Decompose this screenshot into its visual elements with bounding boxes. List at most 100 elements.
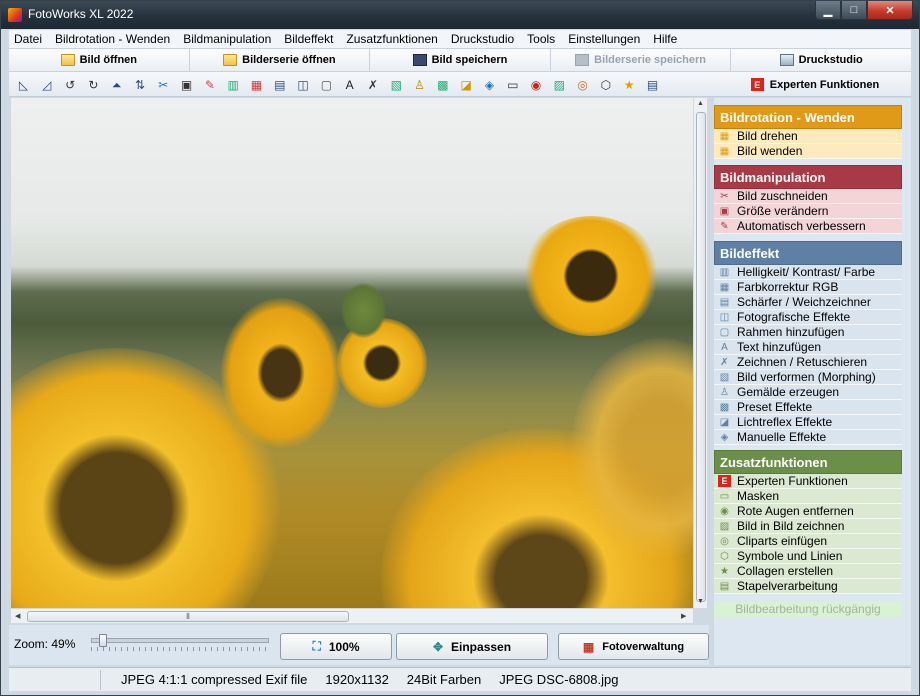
panel-item[interactable]: ▦ Bild drehen [714,129,902,144]
panel-item[interactable]: ⬡ Symbole und Linien [714,549,902,564]
resize-icon[interactable]: ▣ [178,76,195,93]
tool-icons: ◺ ◿ ↺ ↻ ⏶ ⇅ ✂ ▣ ✎ ▥ ▦ ▤ ◫ ▢ A ✗ ▧ ♙ ▩ ◪ ◈ ▭ ◉ ▨ ◎ ⬡ ★ ▤ [15,75,667,94]
section-header[interactable]: Bildrotation - Wenden [714,105,902,129]
panel-item-label: Preset Effekte [737,400,813,414]
status-filename: JPEG DSC-6808.jpg [499,672,619,687]
print-studio-button[interactable]: Druckstudio [731,49,911,71]
menu-bildeffekt[interactable]: Bildeffekt [284,32,333,46]
mask-icon[interactable]: ▭ [504,76,521,93]
red-eye-icon[interactable]: ◉ [528,76,545,93]
open-series-button[interactable]: Bilderserie öffnen [190,49,371,71]
save-image-button[interactable]: Bild speichern [370,49,551,71]
rotate-right-icon[interactable]: ◿ [38,76,55,93]
picture-in-picture-icon[interactable]: ▨ [551,76,568,93]
panel-item-label: Symbole und Linien [737,549,843,563]
panel-item[interactable]: ▤ Stapelverarbeitung [714,579,902,594]
menu-bildrotation[interactable]: Bildrotation - Wenden [55,32,170,46]
frame-icon[interactable]: ▢ [318,76,335,93]
crop-icon[interactable]: ✂ [155,76,172,93]
panel-item[interactable]: ◫ Fotografische Effekte [714,310,902,325]
panel-item[interactable]: ✂ Bild zuschneiden [714,189,902,204]
menu-tools[interactable]: Tools [527,32,555,46]
panel-item[interactable]: ▦ Farbkorrektur RGB [714,280,902,295]
panel-item[interactable]: ◉ Rote Augen entfernen [714,504,902,519]
panel-item[interactable]: ▭ Masken [714,489,902,504]
menu-einstellungen[interactable]: Einstellungen [568,32,640,46]
vertical-scroll-thumb[interactable] [696,112,706,602]
panel-item[interactable]: ▤ Schärfer / Weichzeichner [714,295,902,310]
zoom-100-button[interactable]: ⛶ 100% [280,633,392,660]
preset-icon[interactable]: ▩ [434,76,451,93]
menu-bildmanipulation[interactable]: Bildmanipulation [183,32,271,46]
panel-item-label: Schärfer / Weichzeichner [737,295,871,309]
undo-button[interactable]: Bildbearbeitung rückgängig [714,602,902,617]
panel-item[interactable]: ◪ Lichtreflex Effekte [714,415,902,430]
panel-item[interactable]: ✗ Zeichnen / Retuschieren [714,355,902,370]
image-canvas[interactable] [11,98,693,608]
star-icon[interactable]: ★ [621,76,638,93]
magic-wand-icon[interactable]: ✎ [201,76,218,93]
clipart-icon[interactable]: ◎ [574,76,591,93]
flip-vertical-icon[interactable]: ⏶ [108,76,125,93]
panel-item[interactable]: ♙ Gemälde erzeugen [714,385,902,400]
panel-item[interactable]: ◈ Manuelle Effekte [714,430,902,445]
panel-item[interactable]: ▨ Bild in Bild zeichnen [714,519,902,534]
panel-item[interactable]: ▩ Preset Effekte [714,400,902,415]
draw-icon[interactable]: ✗ [364,76,381,93]
panel-item[interactable]: ◎ Cliparts einfügen [714,534,902,549]
panel-item[interactable]: ▣ Größe verändern [714,204,902,219]
panel-item[interactable]: ▢ Rahmen hinzufügen [714,325,902,340]
zoom-slider[interactable] [91,634,269,651]
section-header[interactable]: Bildeffekt [714,241,902,265]
panel-item[interactable]: A Text hinzufügen [714,340,902,355]
paint-icon[interactable]: ♙ [411,76,428,93]
text-icon[interactable]: A [341,76,358,93]
panel-item[interactable]: ✎ Automatisch verbessern [714,219,902,234]
photo-manager-button[interactable]: ▦ Fotoverwaltung [558,633,709,660]
menu-druckstudio[interactable]: Druckstudio [451,32,514,46]
rotate-left-icon[interactable]: ◺ [15,76,32,93]
menu-hilfe[interactable]: Hilfe [653,32,677,46]
open-image-button[interactable]: Bild öffnen [9,49,190,71]
symbol-icon[interactable]: ⬡ [597,76,614,93]
scroll-right-icon[interactable]: ▶ [681,612,686,620]
rotate-cw-icon[interactable]: ↻ [85,76,102,93]
panel-item-label: Bild zuschneiden [737,189,828,203]
panel-item[interactable]: ▥ Helligkeit/ Kontrast/ Farbe [714,265,902,280]
horizontal-scroll-thumb[interactable]: ⦀ [27,611,349,622]
manual-effect-icon[interactable]: ◈ [481,76,498,93]
maximize-button[interactable]: □ [841,1,867,20]
batch-icon[interactable]: ▤ [644,76,661,93]
scroll-down-icon[interactable]: ▼ [697,598,704,605]
section-header[interactable]: Bildmanipulation [714,165,902,189]
scroll-up-icon[interactable]: ▲ [697,100,704,107]
sharpen-icon[interactable]: ▤ [271,76,288,93]
flip-horizontal-icon[interactable]: ⇅ [131,76,148,93]
zoom-slider-knob[interactable] [99,634,107,647]
levels-icon[interactable]: ▥ [225,76,242,93]
panel-item[interactable]: ▧ Bild verformen (Morphing) [714,370,902,385]
printer-icon [779,54,794,66]
save-series-button[interactable]: Bilderserie speichern [551,49,732,71]
panel-item-icon: ▩ [719,401,730,413]
vertical-scrollbar[interactable]: ▲ ▼ [693,98,707,608]
menu-datei[interactable]: Datei [14,32,42,46]
minimize-button[interactable]: ▁ [815,1,841,20]
expert-functions-button[interactable]: E Experten Funktionen [720,74,910,95]
menu-zusatzfunktionen[interactable]: Zusatzfunktionen [346,32,437,46]
panel-item[interactable]: E Experten Funktionen [714,474,902,489]
horizontal-scrollbar[interactable]: ◀ ⦀ ▶ [11,608,693,623]
lensflare-icon[interactable]: ◪ [458,76,475,93]
rotate-ccw-icon[interactable]: ↺ [62,76,79,93]
scroll-left-icon[interactable]: ◀ [15,612,20,620]
color-icon[interactable]: ▦ [248,76,265,93]
panel-item-label: Bild wenden [737,144,803,158]
panel-item[interactable]: ★ Collagen erstellen [714,564,902,579]
panel-item-label: Text hinzufügen [737,340,822,354]
close-button[interactable]: ✕ [867,1,913,20]
section-header[interactable]: Zusatzfunktionen [714,450,902,474]
fit-button[interactable]: ✥ Einpassen [396,633,548,660]
panel-item[interactable]: ▦ Bild wenden [714,144,902,159]
effects-icon[interactable]: ◫ [295,76,312,93]
morph-icon[interactable]: ▧ [388,76,405,93]
